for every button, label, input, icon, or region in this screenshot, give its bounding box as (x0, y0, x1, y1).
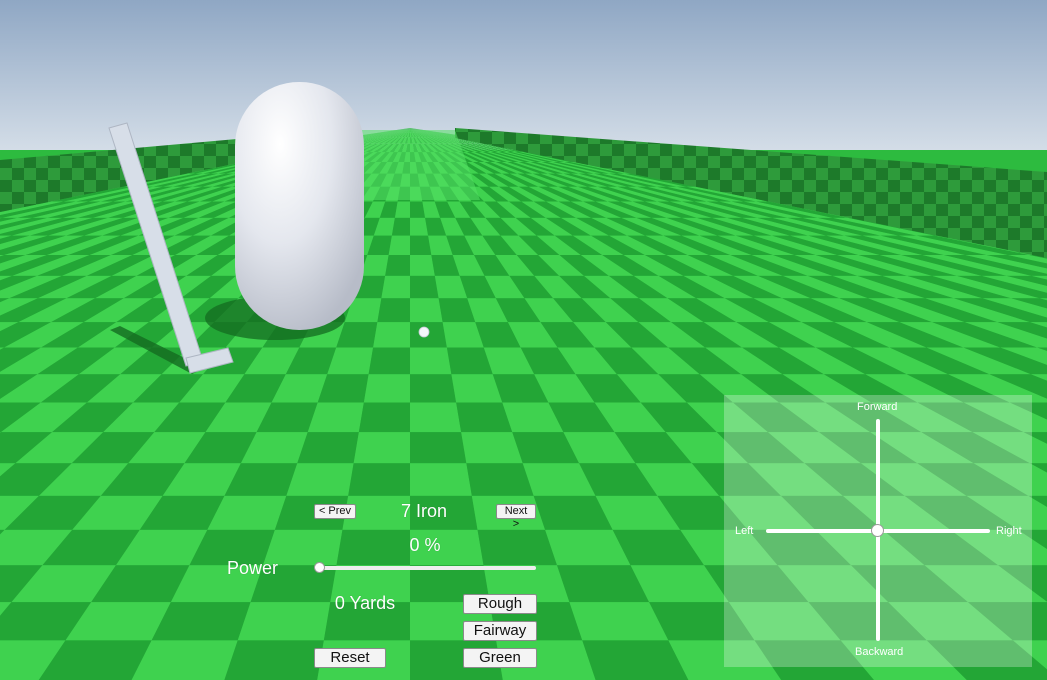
floor-tile (353, 432, 410, 464)
fairway-button[interactable]: Fairway (463, 621, 537, 641)
golf-ball (418, 326, 430, 338)
power-label: Power (227, 558, 279, 578)
floor-tile (410, 374, 457, 403)
floor-tile (358, 402, 410, 433)
rough-button[interactable]: Rough (463, 594, 537, 614)
floor-tile (410, 217, 429, 236)
power-slider-handle[interactable] (314, 562, 325, 573)
floor-tile (410, 347, 452, 375)
floor-tile (410, 463, 472, 496)
floor-tile (297, 432, 359, 464)
distance-label: 0 Yards (334, 593, 396, 613)
floor-tile (373, 322, 410, 348)
direction-left-label: Left (735, 525, 754, 537)
floor-tile (377, 298, 410, 323)
floor-tile (410, 275, 439, 299)
floor-tile (381, 275, 410, 299)
floor-tile (466, 463, 534, 496)
direction-backward-label: Backward (855, 646, 904, 658)
next-club-button[interactable]: Next > (496, 504, 536, 530)
power-percent-label: 0 % (409, 535, 441, 555)
floor-tile (410, 432, 467, 464)
floor-tile (286, 463, 354, 496)
floor-tile (385, 255, 410, 276)
floor-tile (410, 235, 432, 256)
power-slider-track[interactable] (318, 566, 536, 570)
floor-tile (348, 463, 410, 496)
player-capsule (235, 82, 364, 330)
floor-tile (363, 374, 410, 403)
floor-tile (368, 347, 410, 375)
floor-tile (410, 298, 443, 323)
direction-right-label: Right (996, 525, 1022, 537)
prev-club-button[interactable]: < Prev (314, 504, 356, 519)
floor-tile (388, 235, 410, 256)
floor-tile (477, 529, 558, 566)
floor-tile (410, 402, 462, 433)
floor-tile (391, 217, 410, 236)
floor-tile (224, 640, 324, 680)
club-name-label: 7 Iron (400, 501, 448, 521)
floor-tile (237, 602, 331, 641)
floor-tile (461, 432, 523, 464)
reset-button[interactable]: Reset (314, 648, 386, 668)
direction-pad-knob[interactable] (871, 524, 884, 537)
floor-tile (410, 255, 435, 276)
green-button[interactable]: Green (463, 648, 537, 668)
direction-forward-label: Forward (857, 401, 898, 413)
